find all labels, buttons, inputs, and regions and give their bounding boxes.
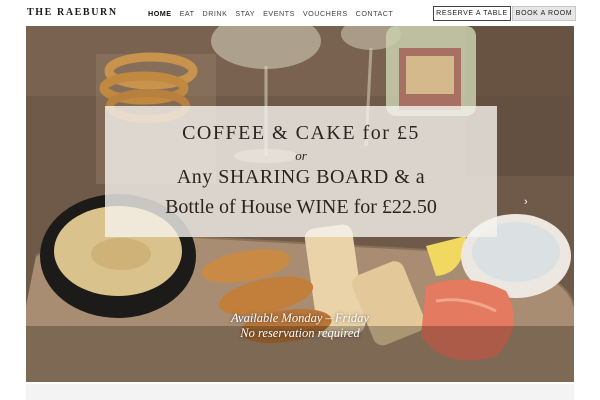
main-nav: HOME EAT DRINK STAY EVENTS VOUCHERS CONT… [148,9,393,18]
promo-line-or: or [295,148,307,163]
hero-slider[interactable]: COFFEE & CAKE for £5 or Any SHARING BOAR… [26,26,574,382]
promo-line-coffee-cake: COFFEE & CAKE for £5 [182,122,420,144]
promo-line-sharing-board: Any SHARING BOARD & a [176,166,426,188]
availability-text: Available Monday – Friday [231,311,369,325]
nav-item-vouchers[interactable]: VOUCHERS [303,9,348,18]
nav-item-stay[interactable]: STAY [235,9,255,18]
nav-item-contact[interactable]: CONTACT [356,9,394,18]
site-logo[interactable]: THE RAEBURN [27,7,118,18]
site-header: THE RAEBURN HOME EAT DRINK STAY EVENTS V… [0,0,600,26]
nav-item-eat[interactable]: EAT [180,9,195,18]
reserve-table-button[interactable]: RESERVE A TABLE [433,6,511,21]
reservation-note: No reservation required [240,326,360,340]
nav-item-home[interactable]: HOME [148,9,172,18]
book-room-button[interactable]: BOOK A ROOM [512,6,576,21]
slider-next-arrow-icon[interactable]: › [524,196,528,208]
promo-line-wine: Bottle of House WINE for £22.50 [165,196,437,218]
promo-overlay: COFFEE & CAKE for £5 or Any SHARING BOAR… [105,106,497,237]
nav-item-drink[interactable]: DRINK [203,9,228,18]
page-bottom-strip [26,384,574,400]
nav-item-events[interactable]: EVENTS [263,9,295,18]
